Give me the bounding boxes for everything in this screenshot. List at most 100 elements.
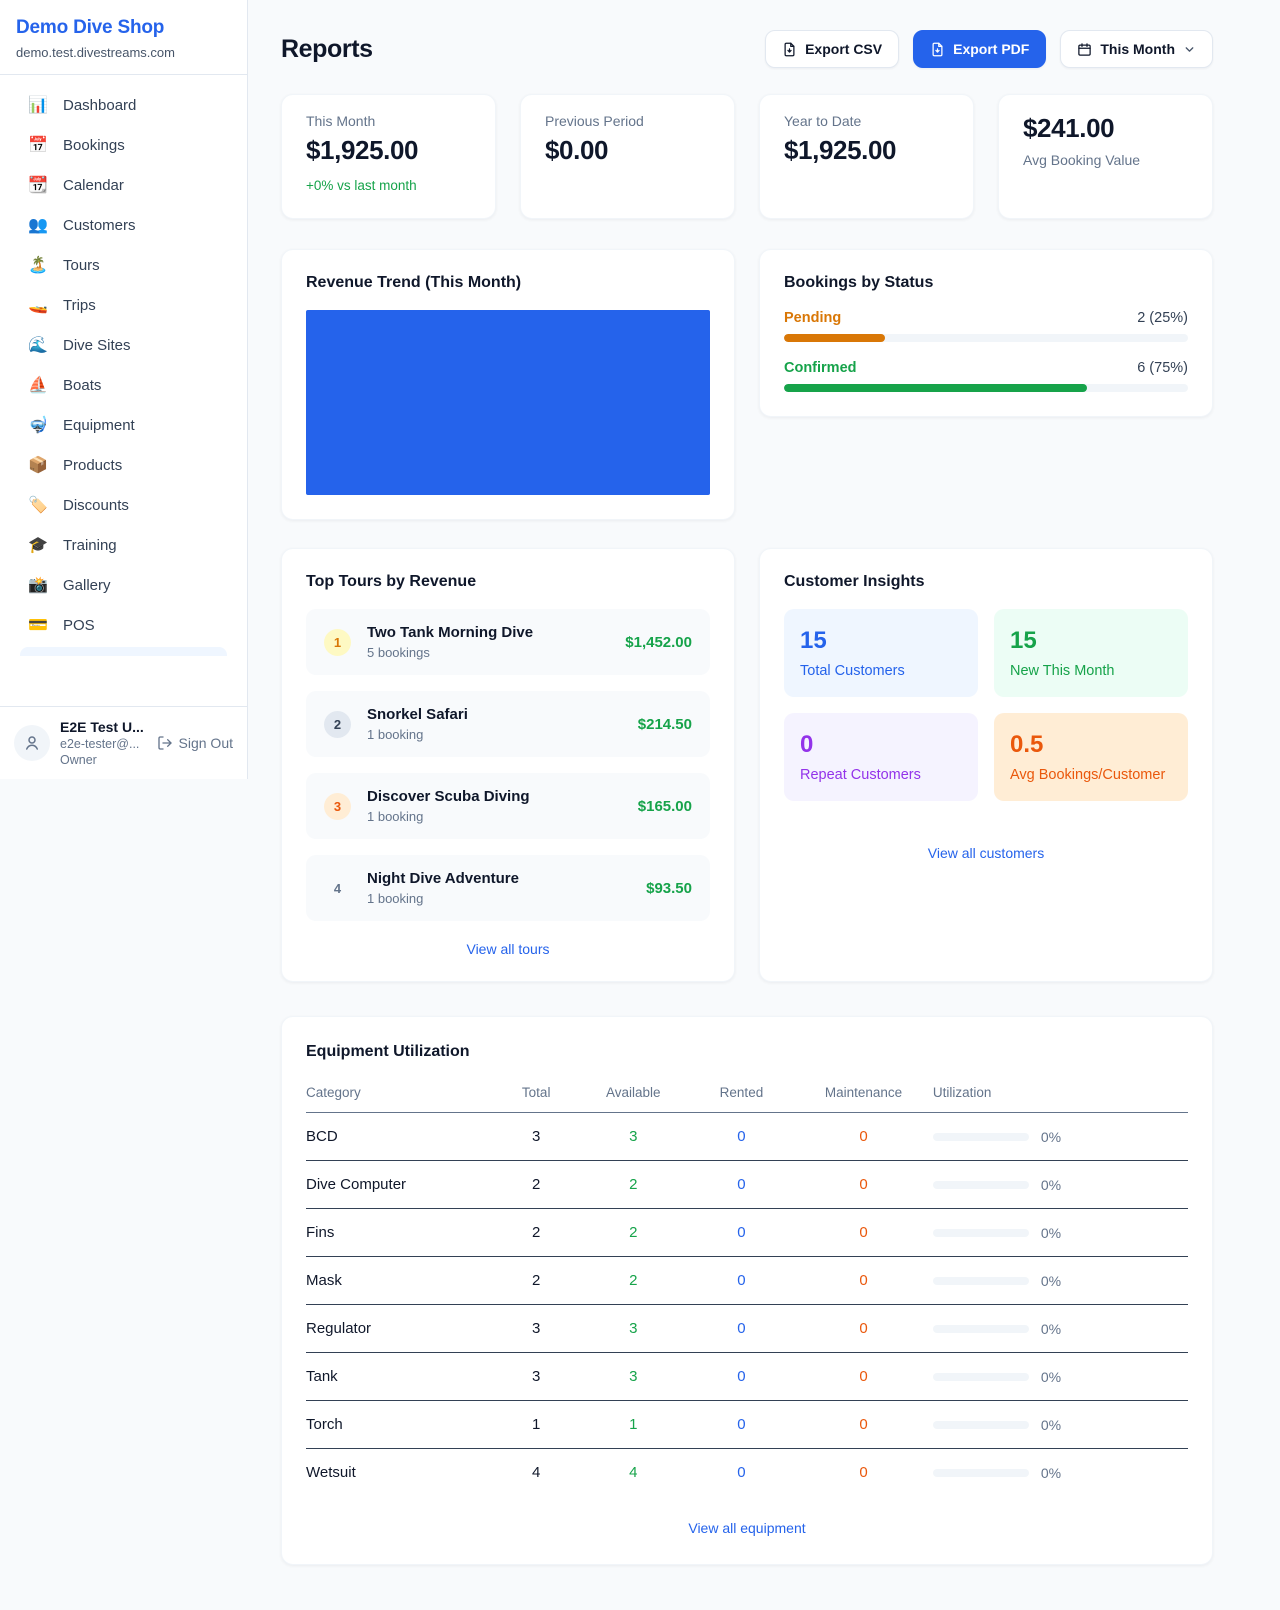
tour-amount: $165.00 (638, 798, 692, 815)
utilization-percent: 0% (1041, 1273, 1061, 1289)
table-header-row: Category Total Available Rented Maintena… (306, 1075, 1188, 1113)
utilization-bar (933, 1325, 1029, 1333)
cell-total: 2 (495, 1176, 578, 1193)
cell-maintenance: 0 (794, 1176, 933, 1193)
tour-list-item: 1 Two Tank Morning Dive 5 bookings $1,45… (306, 609, 710, 675)
sidebar-item-customers[interactable]: 👥Customers (10, 205, 237, 245)
view-all-tours-link[interactable]: View all tours (306, 921, 710, 957)
cell-available: 3 (578, 1128, 689, 1145)
gallery-icon: 📸 (28, 575, 48, 595)
sidebar-nav: 📊 Dashboard 📅Bookings 📆Calendar 👥Customer… (0, 75, 247, 706)
sidebar-item-equipment[interactable]: 🤿Equipment (10, 405, 237, 445)
sidebar-item-gallery[interactable]: 📸Gallery (10, 565, 237, 605)
cell-category: Tank (306, 1368, 495, 1385)
cell-maintenance: 0 (794, 1320, 933, 1337)
tour-bookings: 5 bookings (367, 645, 533, 660)
sidebar-item-label: Dashboard (63, 97, 136, 114)
sign-out-button[interactable]: Sign Out (157, 735, 233, 751)
insight-tile-repeat-customers: 0 Repeat Customers (784, 713, 978, 801)
cell-utilization: 0% (933, 1225, 1188, 1241)
stat-delta: +0% vs last month (306, 178, 471, 193)
utilization-percent: 0% (1041, 1129, 1061, 1145)
status-progress-track (784, 384, 1188, 392)
sidebar-item-boats[interactable]: ⛵Boats (10, 365, 237, 405)
tour-bookings: 1 booking (367, 891, 519, 906)
sidebar-item-pos[interactable]: 💳POS (10, 605, 237, 645)
tour-amount: $214.50 (638, 716, 692, 733)
column-header: Rented (689, 1085, 794, 1100)
export-pdf-label: Export PDF (953, 41, 1029, 57)
sidebar-item-label: POS (63, 617, 95, 634)
header-actions: Export CSV Export PDF This Month (765, 30, 1213, 68)
user-role: Owner (60, 753, 144, 767)
tour-bookings: 1 booking (367, 727, 468, 742)
sign-out-label: Sign Out (179, 735, 233, 751)
cell-available: 4 (578, 1464, 689, 1481)
utilization-bar (933, 1229, 1029, 1237)
rank-badge: 3 (324, 793, 351, 820)
table-row: Mask 2 2 0 0 0% (306, 1257, 1188, 1305)
sidebar-item-tours[interactable]: 🏝️Tours (10, 245, 237, 285)
tour-name: Two Tank Morning Dive (367, 624, 533, 641)
sidebar-item-discounts[interactable]: 🏷️Discounts (10, 485, 237, 525)
sidebar-item-training[interactable]: 🎓Training (10, 525, 237, 565)
stat-label: This Month (306, 113, 471, 129)
sidebar-item-reports-partial[interactable] (20, 647, 227, 656)
utilization-bar (933, 1133, 1029, 1141)
sidebar-item-dashboard[interactable]: 📊 Dashboard (10, 85, 237, 125)
table-row: Tank 3 3 0 0 0% (306, 1353, 1188, 1401)
cell-total: 3 (495, 1320, 578, 1337)
cell-category: BCD (306, 1128, 495, 1145)
export-pdf-button[interactable]: Export PDF (913, 30, 1046, 68)
sidebar-item-label: Customers (63, 217, 136, 234)
sidebar: Demo Dive Shop demo.test.divestreams.com… (0, 0, 248, 779)
status-progress-fill (784, 384, 1087, 392)
cell-utilization: 0% (933, 1417, 1188, 1433)
trips-icon: 🚤 (28, 295, 48, 315)
equipment-utilization-card: Equipment Utilization Category Total Ava… (281, 1016, 1213, 1565)
cell-rented: 0 (689, 1272, 794, 1289)
period-select[interactable]: This Month (1060, 30, 1213, 68)
status-count: 2 (25%) (1137, 310, 1188, 326)
insight-value: 15 (800, 627, 962, 655)
insight-value: 0 (800, 731, 962, 759)
sidebar-item-bookings[interactable]: 📅Bookings (10, 125, 237, 165)
view-all-equipment-link[interactable]: View all equipment (306, 1520, 1188, 1536)
stat-card-this-month: This Month $1,925.00 +0% vs last month (281, 94, 496, 219)
insight-tile-new-this-month: 15 New This Month (994, 609, 1188, 697)
insight-label: New This Month (1010, 663, 1172, 679)
stat-value: $241.00 (1023, 113, 1188, 144)
export-csv-button[interactable]: Export CSV (765, 30, 899, 68)
status-label: Pending (784, 310, 841, 326)
utilization-bar (933, 1469, 1029, 1477)
sidebar-item-dive-sites[interactable]: 🌊Dive Sites (10, 325, 237, 365)
column-header: Total (495, 1085, 578, 1100)
cell-total: 3 (495, 1128, 578, 1145)
table-row: Dive Computer 2 2 0 0 0% (306, 1161, 1188, 1209)
boats-icon: ⛵ (28, 375, 48, 395)
status-row-pending: Pending 2 (25%) (784, 310, 1188, 342)
sidebar-item-trips[interactable]: 🚤Trips (10, 285, 237, 325)
rank-badge: 4 (324, 875, 351, 902)
dashboard-icon: 📊 (28, 95, 48, 115)
calendar-icon: 📆 (28, 175, 48, 195)
tour-amount: $1,452.00 (625, 634, 692, 651)
charts-row: Revenue Trend (This Month) Bookings by S… (281, 249, 1213, 520)
insight-tile-avg-bookings: 0.5 Avg Bookings/Customer (994, 713, 1188, 801)
sidebar-item-label: Dive Sites (63, 337, 131, 354)
utilization-percent: 0% (1041, 1417, 1061, 1433)
revenue-trend-chart (306, 310, 710, 495)
cell-utilization: 0% (933, 1177, 1188, 1193)
insight-grid: 15 Total Customers 15 New This Month 0 R… (784, 609, 1188, 801)
sidebar-item-products[interactable]: 📦Products (10, 445, 237, 485)
table-row: Wetsuit 4 4 0 0 0% (306, 1449, 1188, 1496)
user-email: e2e-tester@... (60, 737, 144, 751)
tour-name: Discover Scuba Diving (367, 788, 530, 805)
utilization-bar (933, 1277, 1029, 1285)
stat-value: $0.00 (545, 135, 710, 166)
view-all-customers-link[interactable]: View all customers (784, 825, 1188, 861)
status-label: Confirmed (784, 360, 857, 376)
cell-utilization: 0% (933, 1369, 1188, 1385)
sidebar-item-calendar[interactable]: 📆Calendar (10, 165, 237, 205)
insight-label: Repeat Customers (800, 767, 962, 783)
